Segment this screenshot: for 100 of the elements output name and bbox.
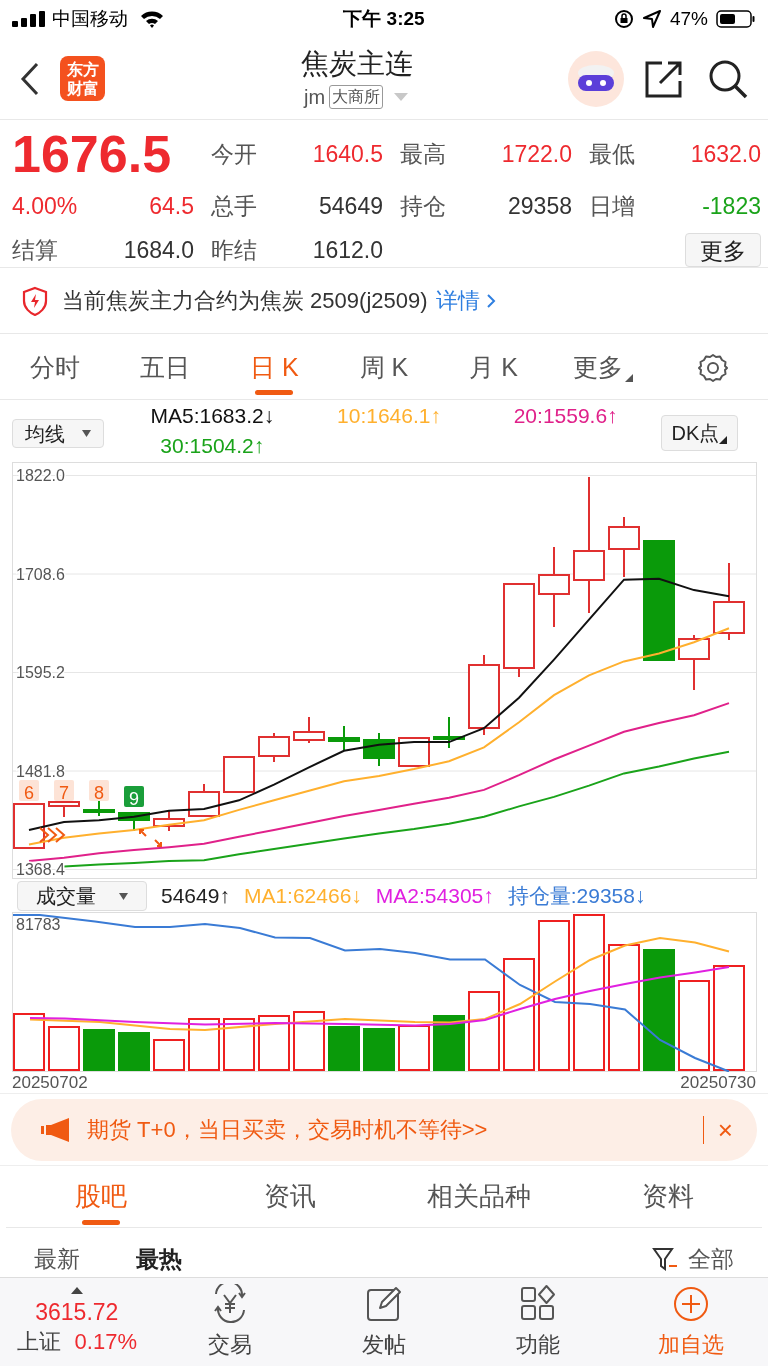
candlestick <box>48 801 80 818</box>
volume-bar <box>328 1026 360 1071</box>
volume-axis-label: 81783 <box>16 916 61 933</box>
shield-alert-icon <box>22 285 48 316</box>
signal-icon <box>12 11 46 27</box>
search-icon[interactable] <box>708 58 748 99</box>
quote-value: 54649 <box>319 191 383 221</box>
candlestick <box>678 634 710 691</box>
volume-bar <box>433 1015 465 1071</box>
series-name: 10 <box>337 403 361 429</box>
price-axis-label: 1708.6 <box>16 565 65 583</box>
more-button[interactable]: 更多 <box>685 233 761 267</box>
candlestick <box>608 516 640 578</box>
location-icon <box>641 9 662 29</box>
candlestick <box>258 732 290 763</box>
series-reading: :1504.2↑ <box>183 433 265 459</box>
period-tab[interactable]: 分时 <box>29 348 80 387</box>
back-icon[interactable] <box>20 61 40 96</box>
series-reading: :1559.6↑ <box>537 403 618 429</box>
filter-icon <box>652 1247 678 1272</box>
sequence-badge: 8 <box>89 780 109 803</box>
quote-label: 持仓 <box>400 191 446 221</box>
assistant-avatar-icon[interactable] <box>568 50 624 107</box>
quote-value: -1823 <box>702 191 761 221</box>
volume-bar <box>83 1029 115 1071</box>
rotation-lock-icon <box>613 9 634 29</box>
series-reading: :1683.2↓ <box>193 403 275 429</box>
settings-icon[interactable] <box>698 352 729 383</box>
price-axis-label: 1368.4 <box>16 861 65 878</box>
toolbar-button[interactable]: 发帖 <box>307 1283 461 1361</box>
indicator-select[interactable]: 均线 <box>12 419 104 448</box>
indicator-select[interactable]: 成交量 <box>17 881 147 911</box>
contract-code: jm <box>303 84 326 110</box>
filter-button[interactable]: 全部 <box>652 1242 734 1277</box>
quote-value: 29358 <box>508 191 572 221</box>
battery-percent: 47% <box>669 6 708 31</box>
sort-option[interactable]: 最新 <box>34 1242 80 1277</box>
series-name: 20 <box>513 403 538 429</box>
page-title: 焦炭主连 <box>300 46 413 81</box>
app-logo: 东方 财富 <box>60 56 105 101</box>
price-axis-label: 1481.8 <box>16 762 65 780</box>
series-name: MA5 <box>150 403 194 429</box>
series-reading: :1646.1↑ <box>360 403 441 429</box>
price-axis-label: 1595.2 <box>16 664 65 681</box>
volume-indicator-value: 持仓量:29358↓ <box>507 883 646 910</box>
volume-indicator-value: MA1:62466↓ <box>243 883 362 910</box>
sequence-badge: 9 <box>124 786 144 809</box>
quote-value: 1612.0 <box>312 235 383 265</box>
section-tab[interactable]: 相关品种 <box>426 1177 531 1216</box>
candlestick <box>153 809 185 832</box>
period-tab[interactable]: 五日 <box>139 348 190 387</box>
quote-value: 1722.0 <box>501 139 572 169</box>
index-change: 0.17% <box>74 1328 137 1356</box>
megaphone-icon <box>41 1117 71 1142</box>
sort-option[interactable]: 最热 <box>136 1242 182 1277</box>
quote-label: 结算 <box>12 235 58 265</box>
tab-underline <box>255 390 294 395</box>
volume-indicator-value: MA2:54305↑ <box>375 883 494 910</box>
quote-label: 今开 <box>211 139 257 169</box>
axis-date: 20250730 <box>680 1072 756 1093</box>
double-chevron-icon <box>39 827 66 843</box>
chevron-right-icon <box>485 292 496 309</box>
section-tab[interactable]: 资讯 <box>263 1177 316 1216</box>
clock-time: 下午 3:25 <box>342 6 426 31</box>
period-tab[interactable]: 更多 <box>573 348 634 387</box>
rise-marker-icon <box>70 1287 83 1294</box>
sequence-badge: 7 <box>54 780 74 803</box>
quote-value: 1640.5 <box>312 139 383 169</box>
carrier-name: 中国移动 <box>52 6 128 31</box>
exchange-tag: 大商所 <box>329 84 384 109</box>
section-tab[interactable]: 资料 <box>641 1177 694 1216</box>
quote-value: 1632.0 <box>690 139 761 169</box>
dk-point-button[interactable]: DK点 <box>661 415 738 451</box>
wifi-icon <box>140 10 164 28</box>
series-name: 30 <box>160 433 184 459</box>
quote-label: 最高 <box>400 139 446 169</box>
notice-text: 当前焦炭主力合约为焦炭 2509(j2509) <box>62 287 428 315</box>
axis-date: 20250702 <box>12 1072 88 1093</box>
index-name: 上证 <box>16 1328 61 1356</box>
volume-bar <box>363 1028 395 1071</box>
quote-label: 总手 <box>211 191 257 221</box>
change-percent: 4.00% <box>12 191 78 221</box>
toolbar-button[interactable]: 功能 <box>460 1283 615 1361</box>
battery-icon <box>716 9 756 29</box>
tab-underline <box>81 1220 120 1225</box>
quote-value: 1684.0 <box>123 235 194 265</box>
volume-indicator-value: 54649↑ <box>161 883 230 910</box>
details-link[interactable]: 详情 <box>435 284 496 317</box>
index-value: 3615.72 <box>35 1298 119 1327</box>
banner-text: 期货 T+0，当日买卖，交易时机不等待>> <box>87 1116 489 1144</box>
quote-label: 日增 <box>589 191 635 221</box>
price-axis-label: 1822.0 <box>16 467 65 484</box>
sequence-badge: 6 <box>19 780 39 803</box>
change-amount: 64.5 <box>149 191 194 221</box>
toolbar-button[interactable]: 交易 <box>153 1283 308 1361</box>
candlestick <box>83 799 115 817</box>
period-tab[interactable]: 周 K <box>359 348 409 387</box>
candlestick <box>398 737 430 767</box>
caret-icon <box>719 436 728 444</box>
period-tab[interactable]: 月 K <box>469 348 518 387</box>
